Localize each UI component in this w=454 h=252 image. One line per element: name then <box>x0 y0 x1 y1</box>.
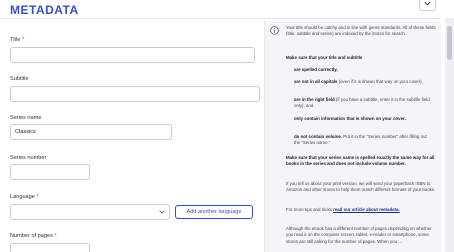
help-print-note: If you tell us about your print version,… <box>286 181 436 193</box>
required-mark: * <box>36 194 39 200</box>
chevron-down-icon <box>424 1 431 6</box>
info-circle-icon <box>270 26 279 35</box>
add-language-button[interactable]: Add another language <box>175 205 253 219</box>
required-mark: * <box>21 37 25 43</box>
help-bullet: only contain information that is shown o… <box>294 116 406 121</box>
subtitle-input[interactable] <box>10 86 260 102</box>
pages-label: Number of pages * <box>10 233 57 239</box>
title-label: Title * <box>10 37 25 43</box>
metadata-page: METADATA Title * Subtitle Series name Cl… <box>0 0 454 252</box>
help-bullet: are in the right field (if you have a su… <box>294 97 430 109</box>
series-number-input[interactable] <box>10 164 90 180</box>
help-bullet: do not contain volume. Put it in the "Se… <box>294 134 427 146</box>
metadata-article-link[interactable]: read our article about metadata. <box>333 207 400 212</box>
language-select[interactable] <box>10 204 170 220</box>
help-pages-note: Although the ebook has a different numbe… <box>286 226 432 244</box>
subtitle-label: Subtitle <box>10 76 29 82</box>
series-name-input[interactable]: Classics <box>10 124 172 140</box>
series-number-label: Series number <box>10 155 47 161</box>
collapse-button[interactable] <box>419 0 436 11</box>
help-intro: Your title should be catchy and in line … <box>286 25 436 37</box>
help-series-note: Make sure that your series name is spell… <box>286 155 435 167</box>
language-label: Language * <box>10 194 39 200</box>
required-mark: * <box>54 233 57 239</box>
help-bullet: are spelled correctly, <box>294 67 338 72</box>
help-bullet: are not in all capitals (even if it is s… <box>294 79 423 84</box>
help-make-sure-heading: Make sure that your title and subtitle <box>286 55 363 60</box>
help-panel: Your title should be catchy and in line … <box>264 21 441 252</box>
title-input[interactable] <box>10 47 255 63</box>
help-tips: For more tips and tricks read our articl… <box>286 207 400 212</box>
page-title: METADATA <box>10 3 79 17</box>
header-divider <box>0 18 440 19</box>
series-name-label: Series name <box>10 115 42 121</box>
series-name-value: Classics <box>15 129 36 135</box>
pages-input[interactable] <box>10 243 90 252</box>
scrollbar-thumb[interactable] <box>447 26 452 60</box>
chevron-down-icon <box>159 210 165 214</box>
